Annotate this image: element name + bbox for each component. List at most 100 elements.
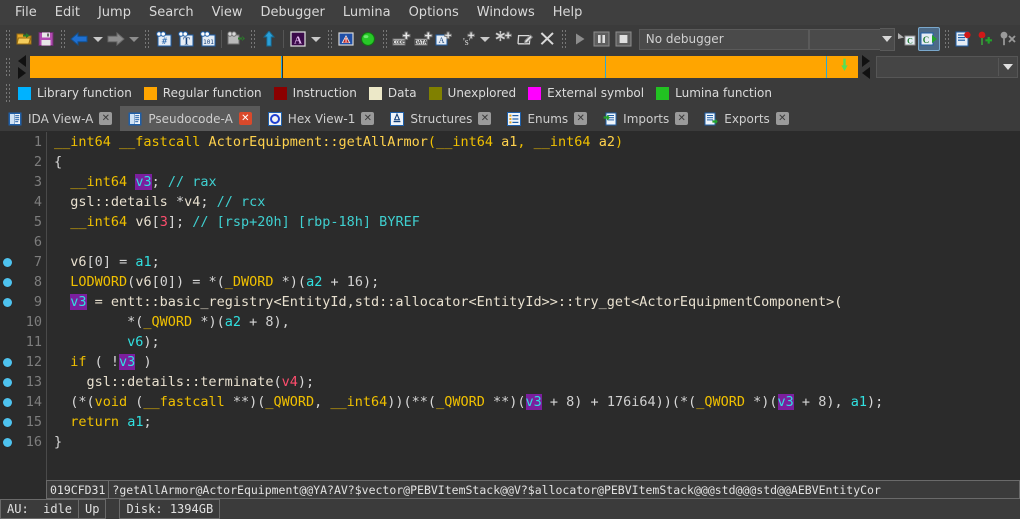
code-text[interactable]: gsl::details *v4; // rcx: [46, 192, 1020, 212]
code-lines[interactable]: 1__int64 __fastcall ActorEquipment::getA…: [0, 132, 1020, 452]
undefine-icon[interactable]: [537, 28, 557, 50]
debugger-dropdown-icon[interactable]: [880, 28, 895, 51]
step-over-icon[interactable]: C: [918, 27, 940, 51]
add-breakpoint-icon[interactable]: [975, 28, 995, 50]
code-line[interactable]: 6: [0, 232, 1020, 252]
close-icon[interactable]: ✕: [574, 112, 587, 125]
code-text[interactable]: gsl::details::terminate(v4);: [46, 372, 1020, 392]
legend-grip[interactable]: [5, 83, 11, 103]
toolbar-grip-3[interactable]: [144, 29, 149, 49]
make-data-icon[interactable]: DATA: [413, 28, 433, 50]
breakpoint-marker-icon[interactable]: [0, 392, 15, 412]
jump-address-box[interactable]: [876, 56, 1018, 78]
code-line[interactable]: 12 if ( !v3 ): [0, 352, 1020, 372]
breakpoint-slot[interactable]: [0, 152, 15, 172]
code-line[interactable]: 14 (*(void (__fastcall **)(_QWORD, __int…: [0, 392, 1020, 412]
debugger-select[interactable]: No debugger: [639, 29, 809, 50]
jump-dropdown-icon[interactable]: [998, 58, 1017, 76]
breakpoint-slot[interactable]: [0, 312, 15, 332]
navigator-segment[interactable]: [283, 56, 605, 78]
breakpoint-slot[interactable]: [0, 332, 15, 352]
tab-ida-view-a[interactable]: IDA View-A✕: [0, 106, 120, 131]
nav-right-arrow-icon[interactable]: [18, 67, 26, 79]
toolbar-grip-6[interactable]: [382, 29, 387, 49]
code-text[interactable]: LODWORD(v6[0]) = *(_DWORD *)(a2 + 16);: [46, 272, 1020, 292]
code-line[interactable]: 2{: [0, 152, 1020, 172]
breakpoint-slot[interactable]: [0, 232, 15, 252]
menu-item-file[interactable]: File: [6, 2, 46, 23]
close-icon[interactable]: ✕: [675, 112, 688, 125]
search-binary-icon[interactable]: 101: [198, 28, 218, 50]
tab-pseudocode-a[interactable]: Pseudocode-A✕: [120, 106, 259, 131]
navigator-segment[interactable]: [30, 56, 281, 78]
forward-arrow-icon[interactable]: [106, 28, 126, 50]
search-next-icon[interactable]: [226, 28, 246, 50]
code-text[interactable]: v3 = entt::basic_registry<EntityId,std::…: [46, 292, 1020, 312]
code-text[interactable]: v6);: [46, 332, 1020, 352]
make-code-icon[interactable]: CODE: [391, 28, 411, 50]
toolbar-grip[interactable]: [5, 29, 10, 49]
toolbar-grip-8[interactable]: [944, 29, 949, 49]
breakpoint-marker-icon[interactable]: [0, 292, 15, 312]
navigator-segment[interactable]: [606, 56, 825, 78]
menu-item-view[interactable]: View: [203, 2, 252, 23]
breakpoint-list-icon[interactable]: [954, 28, 974, 50]
back-dropdown-icon[interactable]: [91, 28, 104, 50]
jump-up-icon[interactable]: [260, 28, 280, 50]
navigator-strip[interactable]: [30, 56, 858, 78]
close-icon[interactable]: ✕: [99, 112, 112, 125]
code-text[interactable]: __int64 v3; // rax: [46, 172, 1020, 192]
code-line[interactable]: 9 v3 = entt::basic_registry<EntityId,std…: [0, 292, 1020, 312]
pseudocode-view[interactable]: 1__int64 __fastcall ActorEquipment::getA…: [0, 132, 1020, 499]
search-code-icon[interactable]: #: [154, 28, 174, 50]
font-dropdown-icon[interactable]: [310, 28, 323, 50]
breakpoint-marker-icon[interactable]: [0, 352, 15, 372]
tab-structures[interactable]: Structures✕: [382, 106, 499, 131]
code-text[interactable]: __int64 v6[3]; // [rsp+20h] [rbp-18h] BY…: [46, 212, 1020, 232]
nav-left-arrow-icon[interactable]: [18, 55, 26, 67]
navband-grip[interactable]: [5, 57, 11, 77]
warning-icon[interactable]: [336, 28, 356, 50]
make-string-icon[interactable]: 's': [457, 28, 477, 50]
nav-scroll-arrows-right[interactable]: [858, 54, 874, 80]
menu-item-jump[interactable]: Jump: [89, 2, 140, 23]
breakpoint-slot[interactable]: [0, 212, 15, 232]
make-array-icon[interactable]: A: [435, 28, 455, 50]
forward-dropdown-icon[interactable]: [128, 28, 141, 50]
menu-item-debugger[interactable]: Debugger: [251, 2, 333, 23]
breakpoint-slot[interactable]: [0, 172, 15, 192]
code-line[interactable]: 4 gsl::details *v4; // rcx: [0, 192, 1020, 212]
font-icon[interactable]: A: [288, 28, 308, 50]
tab-enums[interactable]: Enums✕: [499, 106, 595, 131]
code-text[interactable]: if ( !v3 ): [46, 352, 1020, 372]
run-icon[interactable]: [570, 28, 590, 50]
lumina-status-icon[interactable]: [358, 28, 378, 50]
code-line[interactable]: 15 return a1;: [0, 412, 1020, 432]
step-into-icon[interactable]: C: [896, 28, 916, 50]
code-line[interactable]: 5 __int64 v6[3]; // [rsp+20h] [rbp-18h] …: [0, 212, 1020, 232]
close-icon[interactable]: ✕: [776, 112, 789, 125]
code-text[interactable]: {: [46, 152, 1020, 172]
stop-icon[interactable]: [614, 28, 634, 50]
code-line[interactable]: 10 *(_QWORD *)(a2 + 8),: [0, 312, 1020, 332]
toolbar-grip-4[interactable]: [250, 29, 255, 49]
nav-right-arrow2-icon[interactable]: [862, 55, 870, 67]
code-text[interactable]: return a1;: [46, 412, 1020, 432]
code-line[interactable]: 7 v6[0] = a1;: [0, 252, 1020, 272]
code-text[interactable]: __int64 __fastcall ActorEquipment::getAl…: [46, 132, 1020, 152]
toolbar-grip-7[interactable]: [561, 29, 566, 49]
clear-breakpoints-icon[interactable]: [997, 28, 1017, 50]
menu-item-search[interactable]: Search: [140, 2, 203, 23]
tab-hex-view-1[interactable]: Hex View-1✕: [260, 106, 383, 131]
breakpoint-marker-icon[interactable]: [0, 412, 15, 432]
code-text[interactable]: }: [46, 432, 1020, 452]
nav-scroll-arrows[interactable]: [14, 54, 30, 80]
pause-icon[interactable]: [592, 28, 612, 50]
code-line[interactable]: 3 __int64 v3; // rax: [0, 172, 1020, 192]
back-arrow-icon[interactable]: [70, 28, 90, 50]
code-text[interactable]: *(_QWORD *)(a2 + 8),: [46, 312, 1020, 332]
close-icon[interactable]: ✕: [239, 112, 252, 125]
code-line[interactable]: 8 LODWORD(v6[0]) = *(_DWORD *)(a2 + 16);: [0, 272, 1020, 292]
breakpoint-marker-icon[interactable]: [0, 372, 15, 392]
tab-imports[interactable]: Imports✕: [595, 106, 696, 131]
